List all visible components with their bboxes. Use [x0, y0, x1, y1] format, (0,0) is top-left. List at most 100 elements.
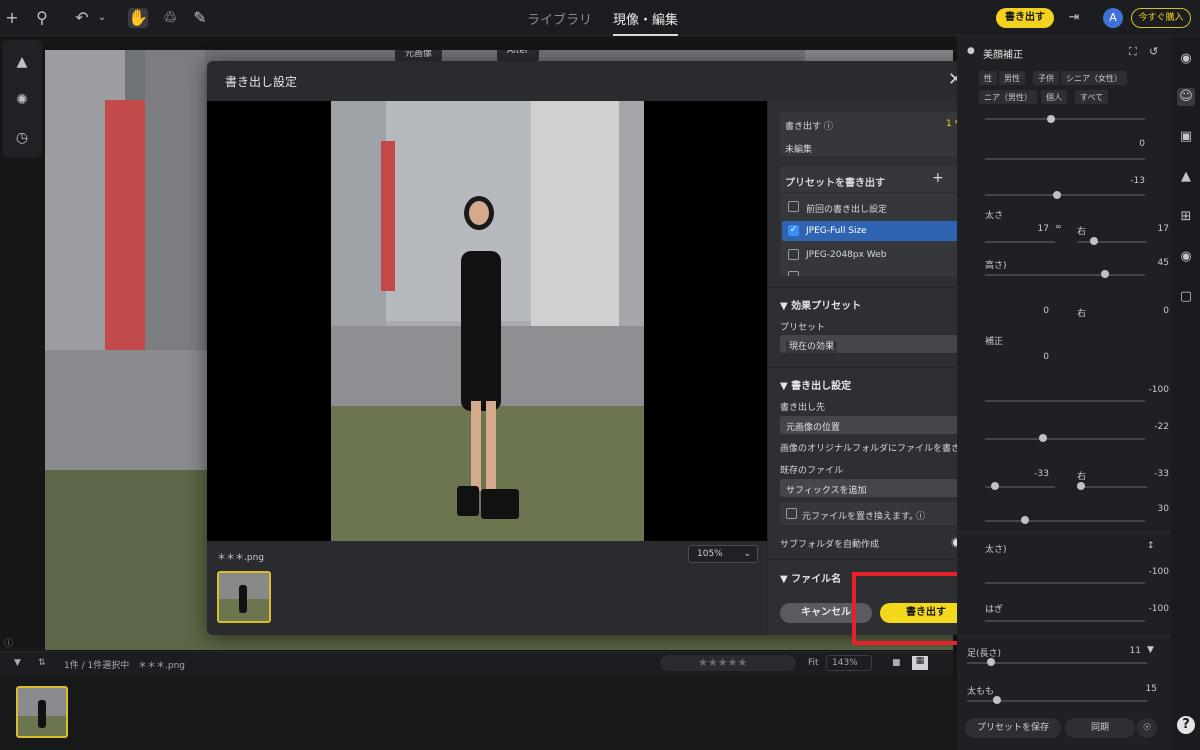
auto-enhance-icon[interactable]: ▲ — [12, 52, 32, 72]
noise-icon[interactable]: ✺ — [12, 90, 32, 110]
slider-value: 0 — [1139, 139, 1145, 149]
image-icon[interactable]: ▣ — [1177, 128, 1195, 146]
effect-preset-select[interactable]: 現在の効果 ⌄ — [780, 335, 972, 353]
info-icon[interactable]: ⓘ — [916, 509, 925, 522]
slider-knob[interactable] — [1077, 482, 1085, 490]
existing-file-label: 既存のファイル — [780, 466, 844, 476]
avatar[interactable]: A — [1103, 8, 1123, 28]
add-preset-icon[interactable]: + — [932, 170, 944, 186]
subfolder-label: サブフォルダを自動作成 — [780, 540, 880, 550]
effect-preset-header[interactable]: ▼ 効果プリセット — [780, 297, 861, 312]
filter-chip[interactable]: 男性 — [999, 71, 1025, 85]
shirt-icon[interactable]: ▲ — [1177, 168, 1195, 186]
preset-item[interactable]: JPEG-2048px Web — [780, 244, 972, 266]
slider-knob[interactable] — [1039, 434, 1047, 442]
exit-icon[interactable]: ⇥ — [1064, 8, 1084, 28]
reset-icon[interactable]: ↺ — [1149, 45, 1158, 58]
sync-settings-icon[interactable]: ☉ — [1137, 718, 1157, 738]
preset-item[interactable]: 前回の書き出し設定 — [780, 196, 972, 218]
filter-chip[interactable]: すべて — [1075, 90, 1109, 104]
info-icon[interactable]: ⓘ — [824, 119, 833, 132]
check-icon[interactable]: ✓ — [788, 225, 799, 236]
slider-knob[interactable] — [1021, 516, 1029, 524]
fit-label[interactable]: Fit — [808, 658, 819, 668]
slider-knob[interactable] — [1053, 191, 1061, 199]
export-options-panel: 書き出す ⓘ 1 * 1 未編集 0 プリセットを書き出す + − 前回の書き出… — [767, 101, 983, 635]
checkbox[interactable] — [788, 201, 799, 212]
slider-knob[interactable] — [991, 482, 999, 490]
selected-thumbnail[interactable] — [217, 571, 271, 623]
destination-label: 書き出し先 — [780, 403, 826, 413]
chevron-down-icon[interactable]: ⌄ — [92, 8, 112, 28]
filter-chip[interactable]: 性 — [979, 71, 997, 85]
checkbox[interactable] — [786, 508, 797, 519]
sync-button[interactable]: 同期 — [1065, 718, 1135, 738]
filter-chip[interactable]: 個人 — [1041, 90, 1067, 104]
slider-knob[interactable] — [1090, 237, 1098, 245]
palette-icon[interactable]: ◉ — [1177, 50, 1195, 68]
filmstrip-thumbnail[interactable] — [16, 686, 68, 738]
undo-icon[interactable]: ↶ — [72, 8, 92, 28]
tab-library[interactable]: ライブラリ — [527, 9, 592, 28]
export-settings-header[interactable]: ▼ 書き出し設定 — [780, 377, 851, 392]
slider-value: 0 — [1163, 306, 1169, 316]
before-label[interactable]: 元画像 — [395, 50, 443, 61]
filter-chip[interactable]: ニア（男性） — [979, 90, 1037, 104]
face-icon[interactable]: ☺ — [1177, 88, 1195, 106]
slider-value: -13 — [1130, 176, 1145, 186]
figure-dress — [461, 251, 501, 411]
destination-select[interactable]: 元画像の位置 ⌄ — [780, 416, 972, 434]
crop-icon[interactable]: ⊞ — [1177, 208, 1195, 226]
info-icon[interactable]: ⓘ — [4, 636, 13, 649]
slider-knob[interactable] — [993, 696, 1001, 704]
slider-knob[interactable] — [1047, 115, 1055, 123]
buy-now-button[interactable]: 今すぐ購入 — [1131, 8, 1191, 28]
filter-chip[interactable]: 子供 — [1033, 71, 1059, 85]
history-icon[interactable]: ◷ — [12, 128, 32, 148]
help-icon[interactable]: ? — [1177, 716, 1195, 734]
after-label[interactable]: After — [497, 50, 539, 61]
slider-knob[interactable] — [1101, 270, 1109, 278]
rating-stars[interactable]: ★★★★★ — [660, 655, 796, 671]
chevron-down-icon: ⌄ — [743, 549, 751, 559]
existing-file-select[interactable]: サフィックスを追加 ⌄ — [780, 479, 972, 497]
background-sign — [105, 100, 145, 350]
right-label: 右 — [1077, 309, 1087, 319]
save-preset-button[interactable]: プリセットを保存 — [965, 718, 1061, 738]
search-icon[interactable]: ⚲ — [32, 8, 52, 28]
filter-chip[interactable]: シニア（女性） — [1061, 71, 1127, 85]
zoom-select[interactable]: 105% ⌄ — [688, 545, 758, 563]
camera-icon[interactable]: ◉ — [1177, 248, 1195, 266]
filmstrip-zoom-select[interactable]: 143% — [826, 655, 872, 671]
right-label: 右 — [1077, 227, 1087, 237]
single-view-icon[interactable]: ■ — [892, 658, 901, 668]
slider-track[interactable] — [985, 118, 1145, 120]
compare-view-icon[interactable]: ▦ — [912, 656, 928, 670]
thick-label: 太さ — [985, 211, 1004, 221]
filename-header[interactable]: ▼ ファイル名 — [780, 570, 841, 585]
link-icon[interactable]: ∞ — [1055, 222, 1062, 231]
export-preview — [207, 101, 767, 541]
background-building — [145, 50, 205, 350]
sort-icon[interactable]: ⇅ — [38, 658, 46, 668]
stamp-tool-icon[interactable]: ♲ — [160, 8, 180, 28]
slider-value: -33 — [1154, 469, 1169, 479]
filter-icon[interactable]: ▼ — [14, 658, 21, 668]
slider-value: 45 — [1157, 258, 1169, 268]
left-tool-panel: ▲ ✺ ◷ — [2, 40, 42, 158]
expand-icon[interactable]: ⛶ — [1129, 45, 1137, 59]
preset-item-selected[interactable]: ✓ JPEG-Full Size — [782, 221, 970, 241]
reset-icon[interactable]: ↕ — [1147, 541, 1155, 551]
export-summary: 書き出す ⓘ 1 * 1 未編集 0 — [780, 112, 972, 156]
bandage-tool-icon[interactable]: ✎ — [190, 8, 210, 28]
folder-icon[interactable]: ▢ — [1177, 288, 1195, 306]
tab-develop[interactable]: 現像・編集 — [613, 9, 679, 36]
replace-original-row[interactable]: 元ファイルを置き換えます。 ⓘ — [780, 503, 972, 525]
add-icon[interactable]: + — [2, 8, 22, 28]
slider-knob[interactable] — [987, 658, 995, 666]
top-toolbar: + ⚲ ↶ ⌄ ✋ ♲ ✎ ライブラリ 現像・編集 書き出す ⇥ A 今すぐ購入 — [0, 0, 1200, 36]
triangle-down-icon[interactable]: ▼ — [1147, 645, 1154, 655]
hand-tool-icon[interactable]: ✋ — [128, 8, 148, 28]
checkbox[interactable] — [788, 249, 799, 260]
export-top-button[interactable]: 書き出す — [996, 8, 1054, 28]
